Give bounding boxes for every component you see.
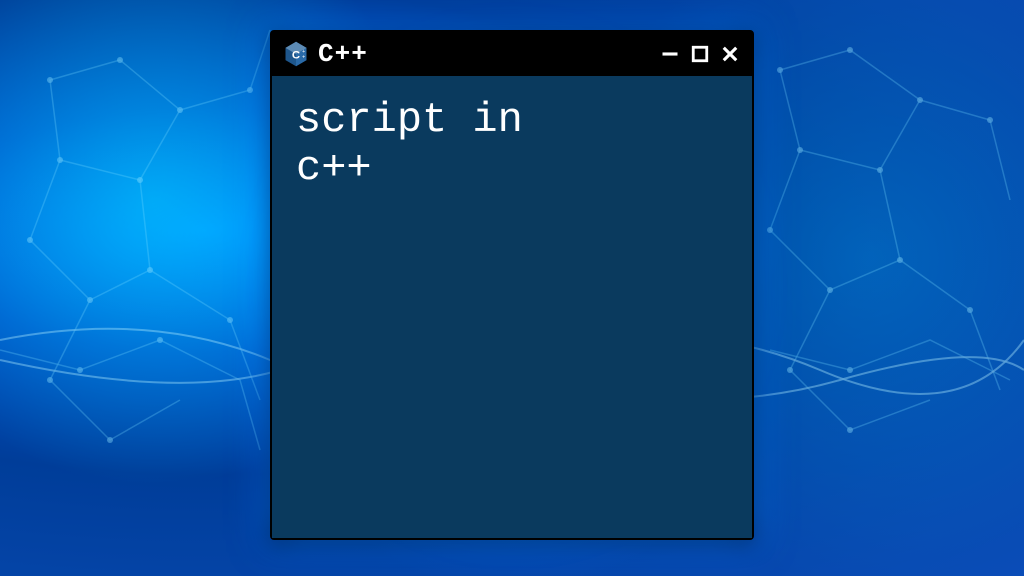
terminal-window: C + + C++ script in c++ [270,30,754,540]
terminal-content[interactable]: script in c++ [272,76,752,538]
titlebar-left: C + + C++ [282,39,648,69]
content-text: script in c++ [296,96,728,193]
cpp-app-icon: C + + [282,40,310,68]
window-title: C++ [318,39,368,69]
svg-text:C: C [292,49,300,61]
window-controls [658,42,742,66]
minimize-button[interactable] [658,42,682,66]
maximize-button[interactable] [688,42,712,66]
svg-text:+: + [302,54,305,60]
titlebar[interactable]: C + + C++ [272,32,752,76]
close-button[interactable] [718,42,742,66]
